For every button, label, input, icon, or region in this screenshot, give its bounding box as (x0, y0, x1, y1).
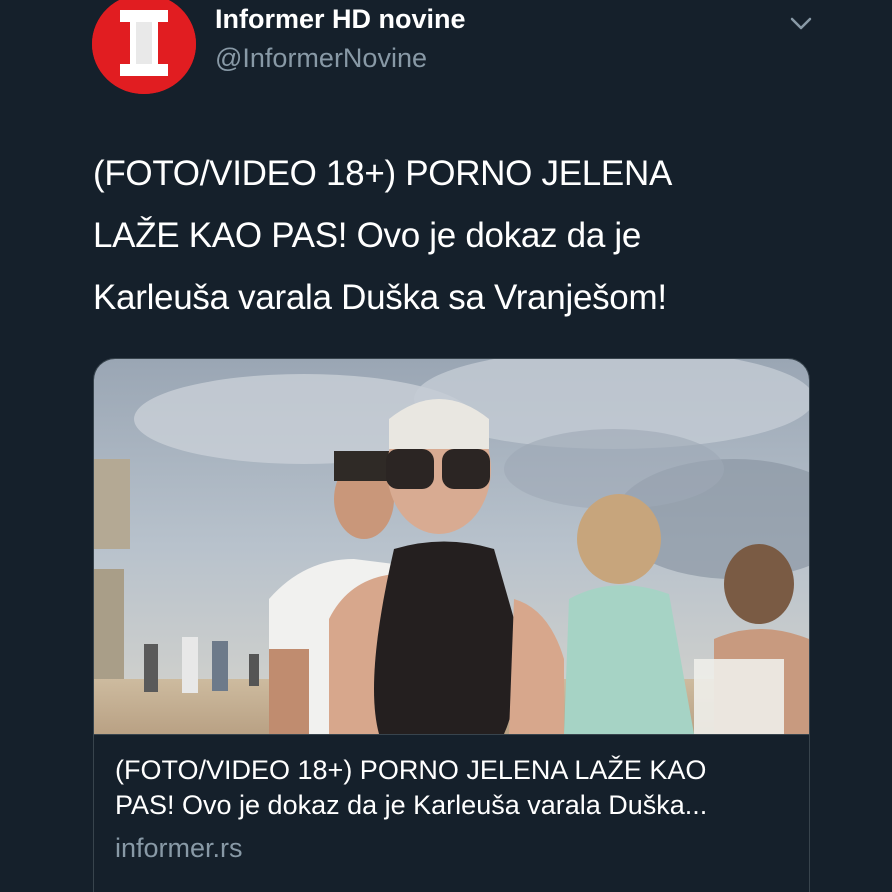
chevron-down-icon[interactable] (786, 12, 816, 36)
card-title[interactable]: (FOTO/VIDEO 18+) PORNO JELENA LAŽE KAO P… (115, 753, 795, 823)
informer-logo-icon: I (92, 0, 196, 94)
tweet-text-line: (FOTO/VIDEO 18+) PORNO JELENA (93, 154, 672, 193)
card-body[interactable]: (FOTO/VIDEO 18+) PORNO JELENA LAŽE KAO P… (94, 734, 809, 892)
tweet-text-line: LAŽE KAO PAS! Ovo je dokaz da je (93, 216, 642, 255)
card-photo (94, 359, 809, 734)
tweet-text-line: Karleuša varala Duška sa Vranješom! (93, 278, 667, 317)
card-domain: informer.rs (115, 833, 243, 863)
tweet: I Informer HD novine @InformerNovine (FO… (0, 0, 892, 892)
card-title-line: (FOTO/VIDEO 18+) PORNO JELENA LAŽE KAO (115, 755, 707, 785)
author-name[interactable]: Informer HD novine (215, 4, 466, 35)
tweet-text: (FOTO/VIDEO 18+) PORNO JELENA LAŽE KAO P… (93, 143, 793, 329)
author-handle[interactable]: @InformerNovine (215, 43, 427, 74)
avatar[interactable]: I (92, 0, 196, 94)
card-image[interactable] (94, 359, 809, 734)
card-title-line: PAS! Ovo je dokaz da je Karleuša varala … (115, 790, 708, 820)
link-card[interactable]: (FOTO/VIDEO 18+) PORNO JELENA LAŽE KAO P… (93, 358, 810, 892)
